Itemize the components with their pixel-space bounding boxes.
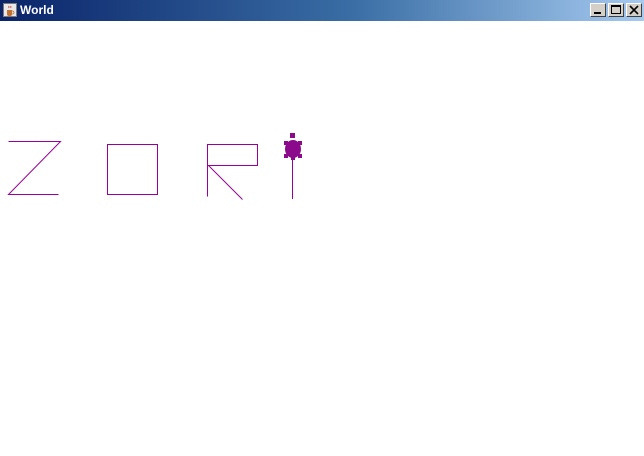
drawn-letter-r	[207, 144, 258, 200]
window-title: World	[20, 3, 54, 17]
title-bar[interactable]: World	[0, 0, 644, 21]
close-button[interactable]	[626, 3, 642, 17]
close-icon	[629, 5, 639, 15]
minimize-button[interactable]	[590, 3, 606, 17]
window-controls	[588, 3, 642, 18]
maximize-icon	[611, 5, 621, 14]
drawn-letter-z	[7, 141, 62, 195]
java-cup-icon[interactable]	[3, 3, 17, 17]
maximize-button[interactable]	[608, 3, 624, 17]
minimize-icon	[594, 12, 601, 14]
turtle-icon[interactable]	[284, 133, 302, 160]
drawn-letter-o	[107, 144, 158, 195]
turtle-canvas[interactable]	[0, 21, 644, 456]
world-window: World	[0, 0, 644, 456]
